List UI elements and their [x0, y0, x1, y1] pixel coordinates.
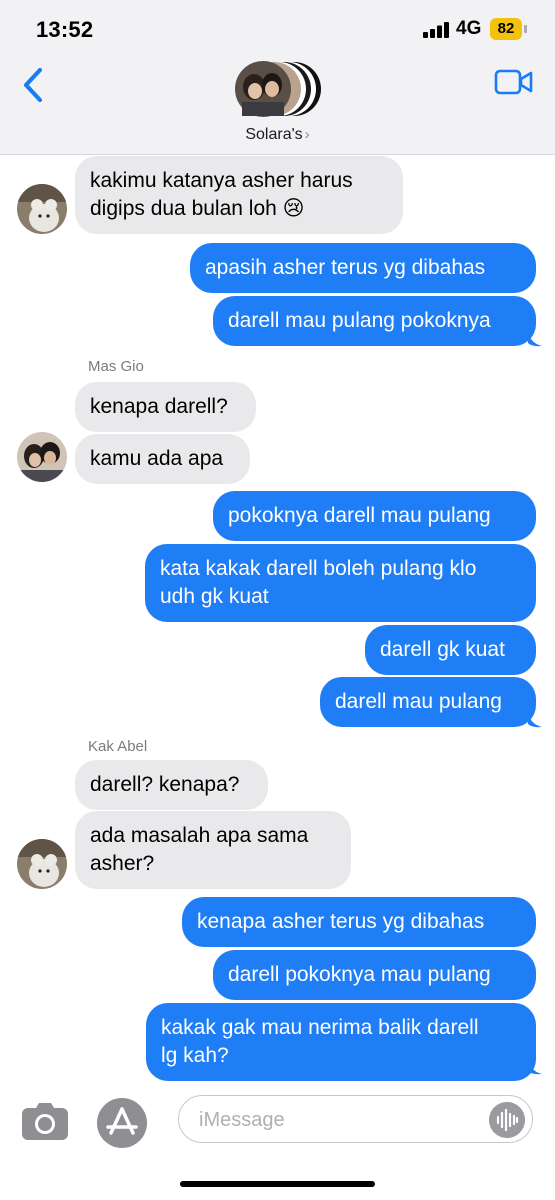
camera-icon[interactable] [21, 1102, 69, 1142]
outgoing-message[interactable]: darell mau pulang pokoknya [213, 296, 536, 346]
audio-waveform-icon[interactable] [489, 1102, 525, 1138]
message-input-field[interactable] [178, 1095, 533, 1143]
message-input[interactable] [197, 1104, 481, 1136]
incoming-message[interactable]: darell? kenapa? [75, 760, 268, 810]
battery-icon: 82 [490, 18, 522, 40]
contact-avatar [17, 184, 67, 234]
home-indicator[interactable] [180, 1181, 375, 1187]
conversation-header: Solara's › [0, 58, 555, 155]
incoming-message[interactable]: kakimu katanya asher harus digips dua bu… [75, 156, 403, 234]
outgoing-message[interactable]: darell mau pulang [320, 677, 536, 727]
message-text: udh gk kuat [160, 585, 269, 608]
video-camera-icon[interactable] [494, 68, 534, 96]
group-name[interactable]: Solara's › [0, 126, 555, 144]
message-text: darell? kenapa? [90, 773, 240, 796]
back-chevron-icon[interactable] [18, 66, 52, 104]
outgoing-message[interactable]: kenapa asher terus yg dibahas [182, 897, 536, 947]
message-text: lg kah? [161, 1044, 229, 1067]
message-text: kata kakak darell boleh pulang klo [160, 557, 477, 580]
signal-icon [423, 22, 449, 38]
outgoing-message[interactable]: kakak gak mau nerima balik darell lg kah… [146, 1003, 536, 1081]
sender-name: Kak Abel [88, 738, 148, 755]
outgoing-message[interactable]: darell gk kuat [365, 625, 536, 675]
message-text: darell mau pulang [335, 690, 502, 713]
message-text: asher? [90, 852, 155, 875]
battery-nub [524, 25, 527, 33]
group-avatar[interactable] [232, 60, 324, 118]
outgoing-message[interactable]: kata kakak darell boleh pulang klo udh g… [145, 544, 536, 622]
network-type: 4G [456, 18, 482, 39]
incoming-message[interactable]: kamu ada apa [75, 434, 250, 484]
group-name-label[interactable]: Solara's [245, 126, 302, 143]
message-text: kakimu katanya asher harus [90, 169, 353, 192]
status-bar: 13:52 4G 82 [0, 0, 555, 58]
app-store-icon[interactable] [96, 1097, 148, 1149]
incoming-message[interactable]: kenapa darell? [75, 382, 256, 432]
outgoing-message[interactable]: apasih asher terus yg dibahas [190, 243, 536, 293]
contact-avatar [17, 839, 67, 889]
message-text: kenapa asher terus yg dibahas [197, 910, 485, 933]
message-tail [528, 331, 542, 347]
clock: 13:52 [36, 17, 94, 42]
message-text: darell mau pulang pokoknya [228, 309, 491, 332]
sender-name: Mas Gio [88, 358, 144, 375]
message-tail [528, 1059, 542, 1075]
message-text: apasih asher terus yg dibahas [205, 256, 486, 279]
compose-bar [0, 1085, 555, 1200]
message-text: kakak gak mau nerima balik darell [161, 1016, 479, 1039]
message-text: darell gk kuat [380, 638, 505, 661]
message-tail [528, 712, 542, 728]
message-text: ada masalah apa sama [90, 824, 309, 847]
outgoing-message[interactable]: darell pokoknya mau pulang [213, 950, 536, 1000]
message-text: kenapa darell? [90, 395, 228, 418]
chevron-right-icon: › [304, 126, 310, 143]
message-text: pokoknya darell mau pulang [228, 504, 491, 527]
message-text: digips dua bulan loh 😢 [90, 197, 305, 220]
message-thread: kakimu katanya asher harus digips dua bu… [0, 155, 555, 1085]
incoming-message[interactable]: ada masalah apa sama asher? [75, 811, 351, 889]
message-text: darell pokoknya mau pulang [228, 963, 491, 986]
contact-avatar [17, 432, 67, 482]
message-text: kamu ada apa [90, 447, 224, 470]
outgoing-message[interactable]: pokoknya darell mau pulang [213, 491, 536, 541]
